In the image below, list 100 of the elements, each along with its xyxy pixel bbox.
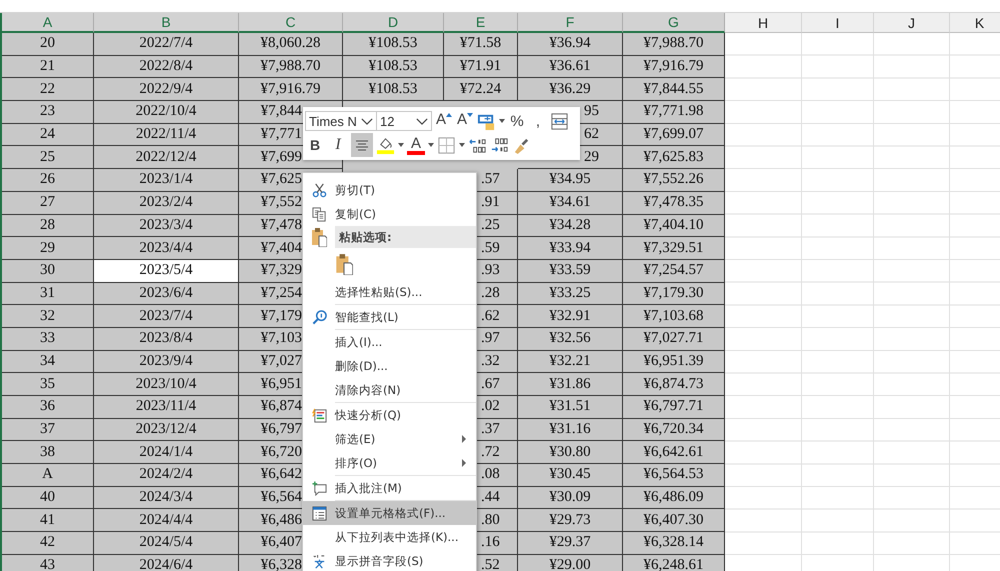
table-cell: ¥7,404.10 bbox=[623, 214, 725, 238]
table-cell: 21 bbox=[2, 56, 94, 78]
table-cell: ¥30.45 bbox=[518, 464, 623, 487]
table-cell: 2022/9/4 bbox=[94, 78, 239, 102]
column-header[interactable]: C bbox=[239, 13, 343, 33]
menu-item[interactable]: 设置单元格格式(F)... bbox=[303, 501, 476, 525]
font-name-field[interactable]: Times N bbox=[305, 111, 377, 131]
table-cell: ¥7,179.30 bbox=[623, 282, 725, 306]
table-cell: ¥29.73 bbox=[518, 509, 623, 532]
table-cell: 2023/11/4 bbox=[94, 396, 239, 419]
table-cell: ¥36.94 bbox=[518, 33, 623, 56]
table-cell: ¥6,874.73 bbox=[623, 373, 725, 396]
table-cell: ¥7,478.35 bbox=[623, 192, 725, 214]
table-cell: ¥6,564.53 bbox=[623, 464, 725, 487]
table-cell: ¥32.56 bbox=[518, 328, 623, 351]
table-cell: ¥108.53 bbox=[343, 56, 444, 78]
column-header[interactable]: D bbox=[343, 13, 444, 33]
table-cell: 2022/8/4 bbox=[94, 56, 239, 78]
table-cell: 32 bbox=[2, 305, 94, 328]
table-cell: 37 bbox=[2, 418, 94, 442]
table-cell: 2024/3/4 bbox=[94, 486, 239, 510]
font-color-button[interactable]: A bbox=[407, 135, 425, 155]
table-cell: ¥7,988.70 bbox=[623, 33, 725, 56]
table-cell: ¥8,060.28 bbox=[239, 33, 343, 56]
table-cell: 40 bbox=[2, 486, 94, 510]
table-cell: ¥36.29 bbox=[518, 78, 623, 102]
table-cell: 41 bbox=[2, 509, 94, 532]
column-header[interactable]: I bbox=[802, 13, 874, 33]
table-cell: 36 bbox=[2, 396, 94, 419]
table-cell: ¥7,844.55 bbox=[623, 78, 725, 102]
font-size-field[interactable]: 12 bbox=[376, 111, 432, 131]
table-cell: 26 bbox=[2, 169, 94, 192]
table-cell: 2023/10/4 bbox=[94, 373, 239, 396]
table-cell: 2023/5/4 bbox=[94, 260, 239, 283]
table-cell: 2023/8/4 bbox=[94, 328, 239, 351]
column-header[interactable]: G bbox=[623, 13, 725, 33]
table-cell: ¥7,916.79 bbox=[623, 56, 725, 78]
table-cell: ¥34.61 bbox=[518, 192, 623, 214]
table-cell: 2022/12/4 bbox=[94, 146, 239, 170]
column-header[interactable]: F bbox=[518, 13, 623, 33]
menu-section-header: 粘贴选项: bbox=[335, 226, 476, 248]
table-cell: ¥30.09 bbox=[518, 486, 623, 510]
table-cell: ¥6,328.14 bbox=[623, 532, 725, 555]
table-cell: ¥6,486.09 bbox=[623, 486, 725, 510]
table-cell: ¥6,407.30 bbox=[623, 509, 725, 532]
table-cell: 2023/7/4 bbox=[94, 305, 239, 328]
table-cell: ¥32.91 bbox=[518, 305, 623, 328]
decrease-font-button[interactable]: A bbox=[456, 111, 474, 131]
table-cell: ¥108.53 bbox=[343, 78, 444, 102]
column-header[interactable]: A bbox=[2, 13, 94, 33]
table-cell: ¥72.24 bbox=[444, 78, 518, 102]
table-cell: ¥108.53 bbox=[343, 33, 444, 56]
table-cell: 2022/10/4 bbox=[94, 101, 239, 124]
table-cell: ¥33.59 bbox=[518, 260, 623, 283]
table-cell: ¥7,988.70 bbox=[239, 56, 343, 78]
table-cell: 30 bbox=[2, 260, 94, 283]
table-cell: 28 bbox=[2, 214, 94, 238]
table-cell: ¥6,642.61 bbox=[623, 441, 725, 464]
column-header[interactable]: J bbox=[874, 13, 950, 33]
table-cell: 38 bbox=[2, 441, 94, 464]
table-cell: ¥29.37 bbox=[518, 532, 623, 555]
table-cell: 34 bbox=[2, 350, 94, 374]
table-cell: ¥7,254.57 bbox=[623, 260, 725, 283]
table-cell: ¥6,720.34 bbox=[623, 418, 725, 442]
table-cell: ¥34.28 bbox=[518, 214, 623, 238]
increase-font-button[interactable]: A bbox=[435, 111, 453, 131]
table-cell: 33 bbox=[2, 328, 94, 351]
table-cell: ¥7,699.07 bbox=[623, 124, 725, 146]
column-header[interactable]: B bbox=[94, 13, 239, 33]
table-cell: ¥33.94 bbox=[518, 237, 623, 260]
table-cell: ¥30.80 bbox=[518, 441, 623, 464]
table-cell: 2023/1/4 bbox=[94, 169, 239, 192]
column-header[interactable]: K bbox=[950, 13, 1000, 33]
table-cell: 25 bbox=[2, 146, 94, 170]
table-cell: ¥7,027.71 bbox=[623, 328, 725, 351]
table-cell: 2023/3/4 bbox=[94, 214, 239, 238]
table-cell: ¥33.25 bbox=[518, 282, 623, 306]
table-cell: 20 bbox=[2, 33, 94, 56]
table-cell: 2024/2/4 bbox=[94, 464, 239, 487]
table-cell: 35 bbox=[2, 373, 94, 396]
column-header[interactable]: H bbox=[725, 13, 802, 33]
table-cell: ¥34.95 bbox=[518, 169, 623, 192]
table-cell: ¥31.51 bbox=[518, 396, 623, 419]
table-cell: 2023/2/4 bbox=[94, 192, 239, 214]
table-cell: 2023/12/4 bbox=[94, 418, 239, 442]
table-cell: ¥7,552.26 bbox=[623, 169, 725, 192]
table-cell: ¥6,951.39 bbox=[623, 350, 725, 374]
table-cell: 29 bbox=[2, 237, 94, 260]
table-cell: ¥71.58 bbox=[444, 33, 518, 56]
table-cell: 22 bbox=[2, 78, 94, 102]
table-cell: 2023/6/4 bbox=[94, 282, 239, 306]
table-cell: 24 bbox=[2, 124, 94, 146]
table-cell: A bbox=[2, 464, 94, 487]
table-cell: ¥7,103.68 bbox=[623, 305, 725, 328]
table-cell: ¥36.61 bbox=[518, 56, 623, 78]
table-cell: ¥7,916.79 bbox=[239, 78, 343, 102]
table-cell: ¥32.21 bbox=[518, 350, 623, 374]
column-header[interactable]: E bbox=[444, 13, 518, 33]
table-cell: ¥7,771.98 bbox=[623, 101, 725, 124]
table-cell: 2022/11/4 bbox=[94, 124, 239, 146]
